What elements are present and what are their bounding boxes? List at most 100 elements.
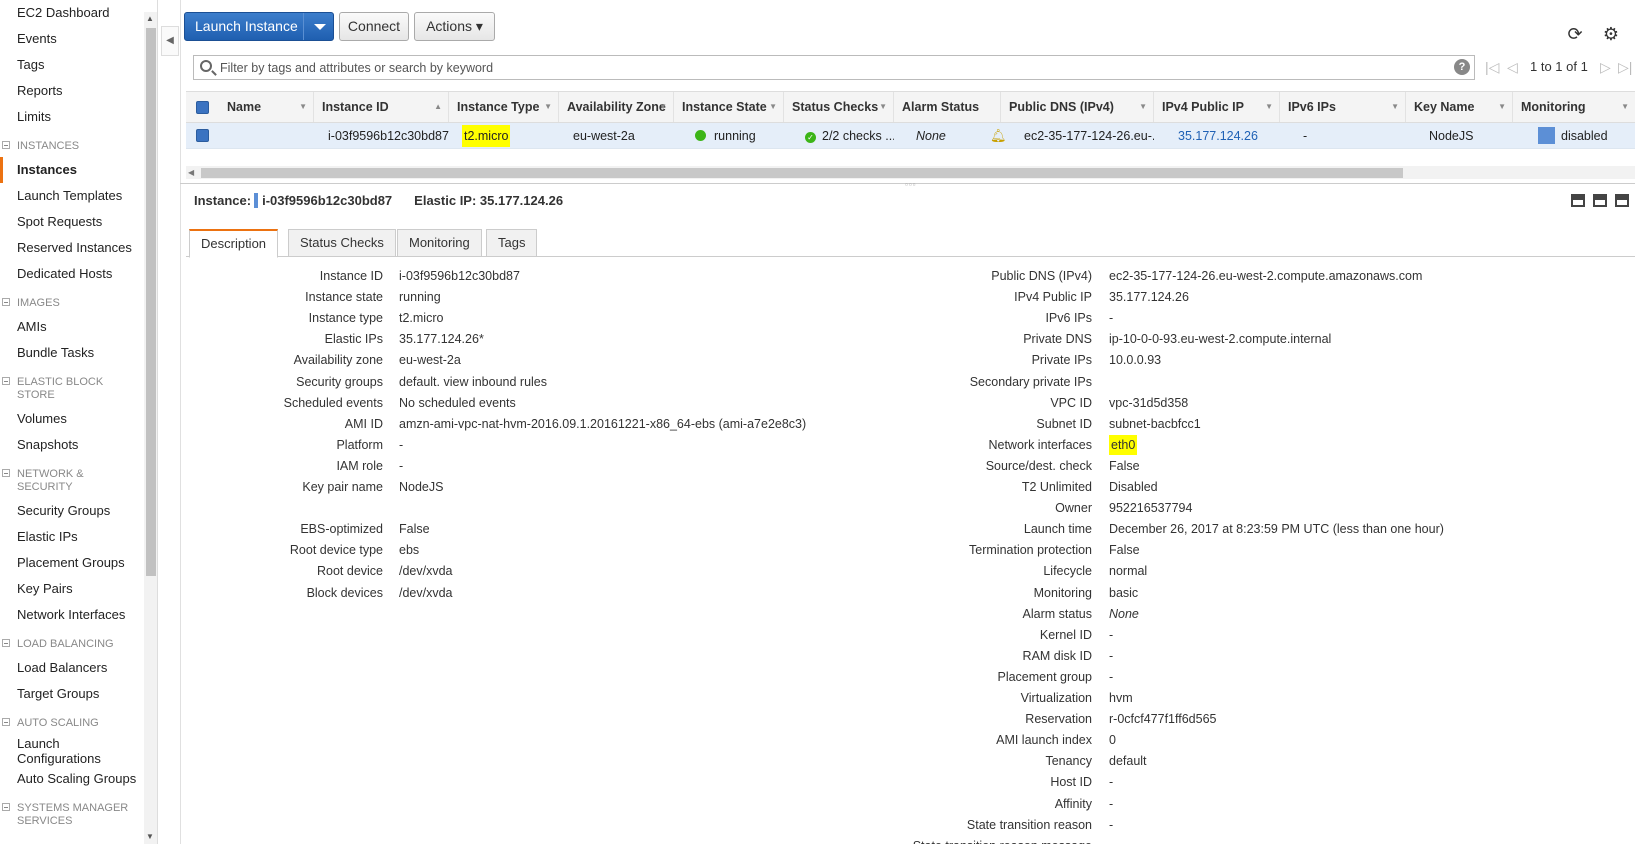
sidebar-item-events[interactable]: Events — [0, 26, 142, 52]
tab-monitoring[interactable]: Monitoring — [397, 229, 482, 257]
table-row[interactable]: i-03f9596b12c30bd87 t2.micro eu-west-2a … — [186, 123, 1635, 149]
detail-key-private-dns: Private DNS — [1023, 332, 1092, 347]
cell-monitoring: disabled — [1538, 123, 1635, 149]
detail-value-vpc-id: vpc-31d5d358 — [1109, 395, 1189, 410]
connect-button[interactable]: Connect — [339, 12, 409, 41]
sidebar-item-spot-requests[interactable]: Spot Requests — [0, 209, 142, 235]
column-header-availability-zone[interactable]: Availability Zone ▼ — [559, 92, 674, 122]
tab-description[interactable]: Description — [189, 229, 279, 258]
detail-row-alarm-status: Alarm status — [0, 604, 1092, 625]
detail-key-ami-launch-index: AMI launch index — [996, 733, 1092, 748]
detail-key-launch-time: Launch time — [1023, 522, 1092, 537]
horizontal-scrollbar-thumb[interactable] — [201, 168, 1403, 178]
select-all-checkbox[interactable] — [196, 101, 209, 114]
pagination-text: 1 to 1 of 1 — [1530, 59, 1588, 74]
sidebar-item-instances[interactable]: Instances — [0, 157, 142, 183]
detail-value-ipv4-public-ip[interactable]: 35.177.124.26 — [1109, 287, 1189, 308]
detail-value-lifecycle: normal — [1109, 564, 1148, 579]
search-input[interactable] — [220, 56, 1440, 79]
help-icon[interactable]: ? — [1454, 59, 1470, 75]
column-header-key-name[interactable]: Key Name ▼ — [1406, 92, 1513, 122]
detail-value-monitoring: basic — [1109, 585, 1139, 600]
cell-name — [227, 123, 314, 149]
detail-row-placement-group: Placement group — [0, 667, 1092, 688]
sort-asc-icon: ▲ — [434, 102, 442, 111]
detail-value-subnet-id: subnet-bacbfcc1 — [1109, 416, 1201, 431]
actions-button[interactable]: Actions ▾ — [414, 12, 495, 41]
cell-availability-zone: eu-west-2a — [573, 129, 635, 143]
launch-instance-button[interactable]: Launch Instance — [184, 12, 334, 41]
table-header: Name ▼ Instance ID ▲ Instance Type ▼ Availa… — [186, 91, 1635, 123]
panel-bottom-view-icon[interactable] — [1571, 194, 1585, 207]
monitoring-icon — [1538, 127, 1555, 144]
scroll-up-icon[interactable]: ▲ — [146, 14, 154, 23]
gear-icon[interactable]: ⚙ — [1601, 24, 1621, 44]
detail-key-network-interfaces: Network interfaces — [988, 437, 1092, 452]
sidebar-item-reports[interactable]: Reports — [0, 78, 142, 104]
detail-value-ipv6-ips: - — [1109, 311, 1114, 326]
sidebar-item-ec2-dashboard[interactable]: EC2 Dashboard — [0, 0, 142, 26]
detail-row-ram-disk-id: RAM disk ID — [0, 646, 1092, 667]
detail-key-state-transition-reason-message: State transition reason message — [913, 836, 1092, 844]
collapse-section-icon[interactable] — [2, 141, 10, 149]
detail-row-tenancy: Tenancy — [0, 751, 1092, 772]
detail-header: Instance: i-03f9596b12c30bd87 Elastic IP: … — [194, 193, 564, 208]
detail-row-public-dns-ipv4-: Public DNS (IPv4) — [0, 266, 1092, 287]
column-header-ipv4-public-ip[interactable]: IPv4 Public IP ▼ — [1154, 92, 1280, 122]
panel-half-view-icon[interactable] — [1593, 194, 1607, 207]
next-page-icon[interactable]: ▷ — [1600, 59, 1611, 76]
column-header-instance-id[interactable]: Instance ID ▲ — [314, 92, 449, 122]
chevron-left-icon: ◀ — [166, 35, 174, 46]
column-header-instance-type[interactable]: Instance Type ▼ — [449, 92, 559, 122]
collapse-sidebar-button[interactable]: ◀ — [161, 26, 179, 56]
cell-ipv4-public-ip[interactable]: 35.177.124.26 — [1178, 123, 1280, 149]
detail-row-virtualization: Virtualization — [0, 688, 1092, 709]
cell-public-dns: ec2-35-177-124-26.eu-... — [1024, 129, 1154, 143]
column-header-status-checks[interactable]: Status Checks ▼ — [784, 92, 894, 122]
detail-row-source-dest-check: Source/dest. check — [0, 456, 1092, 477]
detail-row-private-dns: Private DNS — [0, 329, 1092, 350]
detail-value-virtualization: hvm — [1109, 691, 1133, 705]
row-checkbox[interactable] — [196, 129, 209, 142]
detail-key-ipv4-public-ip: IPv4 Public IP — [1014, 290, 1092, 305]
launch-dropdown-toggle[interactable] — [303, 13, 333, 40]
detail-value-termination-protection: False — [1109, 543, 1140, 558]
sidebar-item-launch-templates[interactable]: Launch Templates — [0, 183, 142, 209]
detail-value-source-dest-check: False — [1109, 458, 1140, 473]
search-box[interactable]: ? — [193, 55, 1475, 80]
cell-instance-id: i-03f9596b12c30bd87 — [328, 129, 449, 143]
detail-value-affinity: - — [1109, 796, 1114, 811]
sidebar-item-reserved-instances[interactable]: Reserved Instances — [0, 235, 142, 261]
column-header-alarm-status[interactable]: Alarm Status — [894, 92, 1001, 122]
last-page-icon[interactable]: ▷| — [1618, 59, 1632, 76]
first-page-icon[interactable]: |◁ — [1485, 59, 1499, 76]
column-header-public-dns[interactable]: Public DNS (IPv4) ▼ — [1001, 92, 1154, 122]
detail-key-placement-group: Placement group — [997, 669, 1092, 684]
detail-value-host-id: - — [1109, 775, 1114, 790]
detail-value-launch-time: December 26, 2017 at 8:23:59 PM UTC (les… — [1109, 522, 1444, 537]
detail-value-network-interfaces: eth0 — [1109, 434, 1138, 456]
column-header-name[interactable]: Name ▼ — [219, 92, 314, 122]
detail-key-kernel-id: Kernel ID — [1039, 627, 1092, 642]
prev-page-icon[interactable]: ◁ — [1507, 59, 1518, 76]
sidebar-item-tags[interactable]: Tags — [0, 52, 142, 78]
column-header-ipv6-ips[interactable]: IPv6 IPs ▼ — [1280, 92, 1406, 122]
sort-icon: ▼ — [659, 102, 667, 111]
alarm-bell-icon[interactable]: 🔔︎ — [990, 123, 1008, 149]
tab-tags[interactable]: Tags — [486, 229, 538, 257]
drag-handle-icon[interactable]: ▫▫▫ — [905, 180, 917, 189]
detail-value-tenancy: default — [1109, 754, 1147, 769]
column-header-instance-state[interactable]: Instance State ▼ — [674, 92, 784, 122]
sidebar-item-limits[interactable]: Limits — [0, 104, 142, 130]
tab-status-checks[interactable]: Status Checks — [288, 229, 396, 257]
detail-value-reservation: r-0cfcf477f1ff6d565 — [1109, 712, 1217, 727]
detail-row-subnet-id: Subnet ID — [0, 414, 1092, 435]
detail-row-host-id: Host ID — [0, 772, 1092, 793]
column-header-monitoring[interactable]: Monitoring ▼ — [1513, 92, 1635, 122]
sidebar-section-instances[interactable]: INSTANCES — [0, 138, 140, 157]
refresh-icon[interactable]: ⟳ — [1565, 24, 1585, 44]
check-icon: ✓ — [805, 132, 816, 143]
scroll-left-icon[interactable]: ◀ — [188, 168, 194, 177]
detail-row-lifecycle: Lifecycle — [0, 561, 1092, 582]
panel-full-view-icon[interactable] — [1615, 194, 1629, 207]
